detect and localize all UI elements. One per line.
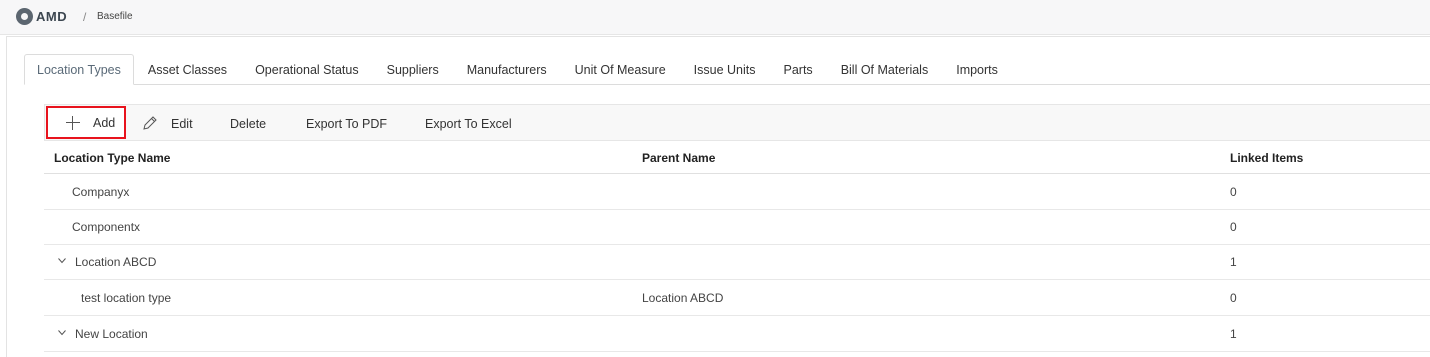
parent-name-cell: Location ABCD: [642, 291, 724, 305]
pencil-icon: [143, 116, 157, 130]
table-row[interactable]: Location ABCD 1: [44, 244, 1430, 280]
breadcrumb-separator: /: [83, 10, 87, 24]
column-header-linked-items[interactable]: Linked Items: [1230, 151, 1303, 165]
grid-header: Location Type Name Parent Name Linked It…: [44, 141, 1430, 174]
location-type-name-cell: Companyx: [72, 185, 130, 199]
column-header-parent-name[interactable]: Parent Name: [642, 151, 715, 165]
tab-operational-status[interactable]: Operational Status: [241, 54, 373, 84]
chevron-down-icon[interactable]: [58, 330, 66, 336]
delete-button-label: Delete: [230, 116, 267, 131]
export-pdf-button[interactable]: Export To PDF: [306, 105, 387, 142]
chevron-down-icon[interactable]: [58, 258, 66, 264]
tab-unit-of-measure[interactable]: Unit Of Measure: [561, 54, 680, 84]
linked-items-cell: 1: [1230, 255, 1237, 269]
tab-suppliers[interactable]: Suppliers: [373, 54, 453, 84]
tab-issue-units[interactable]: Issue Units: [680, 54, 770, 84]
breadcrumb[interactable]: Basefile: [97, 11, 133, 22]
table-row[interactable]: Companyx 0: [44, 174, 1430, 210]
table-row[interactable]: New Location 1: [44, 316, 1430, 352]
tab-manufacturers[interactable]: Manufacturers: [453, 54, 561, 84]
logo-text: AMD: [36, 9, 68, 24]
linked-items-cell: 1: [1230, 327, 1237, 341]
table-row[interactable]: Componentx 0: [44, 209, 1430, 245]
table-row[interactable]: test location type Location ABCD 0: [44, 280, 1430, 316]
tab-parts[interactable]: Parts: [770, 54, 827, 84]
delete-button[interactable]: Delete: [230, 105, 266, 142]
logo-icon: [16, 8, 33, 25]
column-header-location-type-name[interactable]: Location Type Name: [54, 151, 170, 165]
location-type-name-cell: Location ABCD: [75, 255, 157, 269]
export-excel-label: Export To Excel: [425, 116, 512, 131]
add-button[interactable]: Add: [46, 106, 126, 139]
export-pdf-label: Export To PDF: [306, 116, 388, 131]
linked-items-cell: 0: [1230, 291, 1237, 305]
tab-bar: Location Types Asset Classes Operational…: [24, 54, 1430, 85]
add-button-label: Add: [93, 115, 116, 130]
tab-bill-of-materials[interactable]: Bill Of Materials: [827, 54, 943, 84]
export-excel-button[interactable]: Export To Excel: [425, 105, 512, 142]
tab-imports[interactable]: Imports: [942, 54, 1012, 84]
location-type-name-cell: Componentx: [72, 220, 141, 234]
top-bar: AMD / Basefile: [0, 0, 1430, 35]
tab-asset-classes[interactable]: Asset Classes: [134, 54, 241, 84]
location-type-name-cell: New Location: [75, 327, 148, 341]
linked-items-cell: 0: [1230, 220, 1237, 234]
grid-toolbar: Add Edit Delete Export To PDF Export To …: [44, 104, 1430, 141]
location-type-name-cell: test location type: [81, 291, 172, 305]
plus-icon: [66, 115, 80, 130]
app-logo[interactable]: AMD: [16, 8, 67, 25]
tab-location-types[interactable]: Location Types: [24, 54, 134, 85]
edit-button-label: Edit: [171, 116, 193, 131]
linked-items-cell: 0: [1230, 185, 1237, 199]
edit-button[interactable]: Edit: [141, 105, 193, 142]
